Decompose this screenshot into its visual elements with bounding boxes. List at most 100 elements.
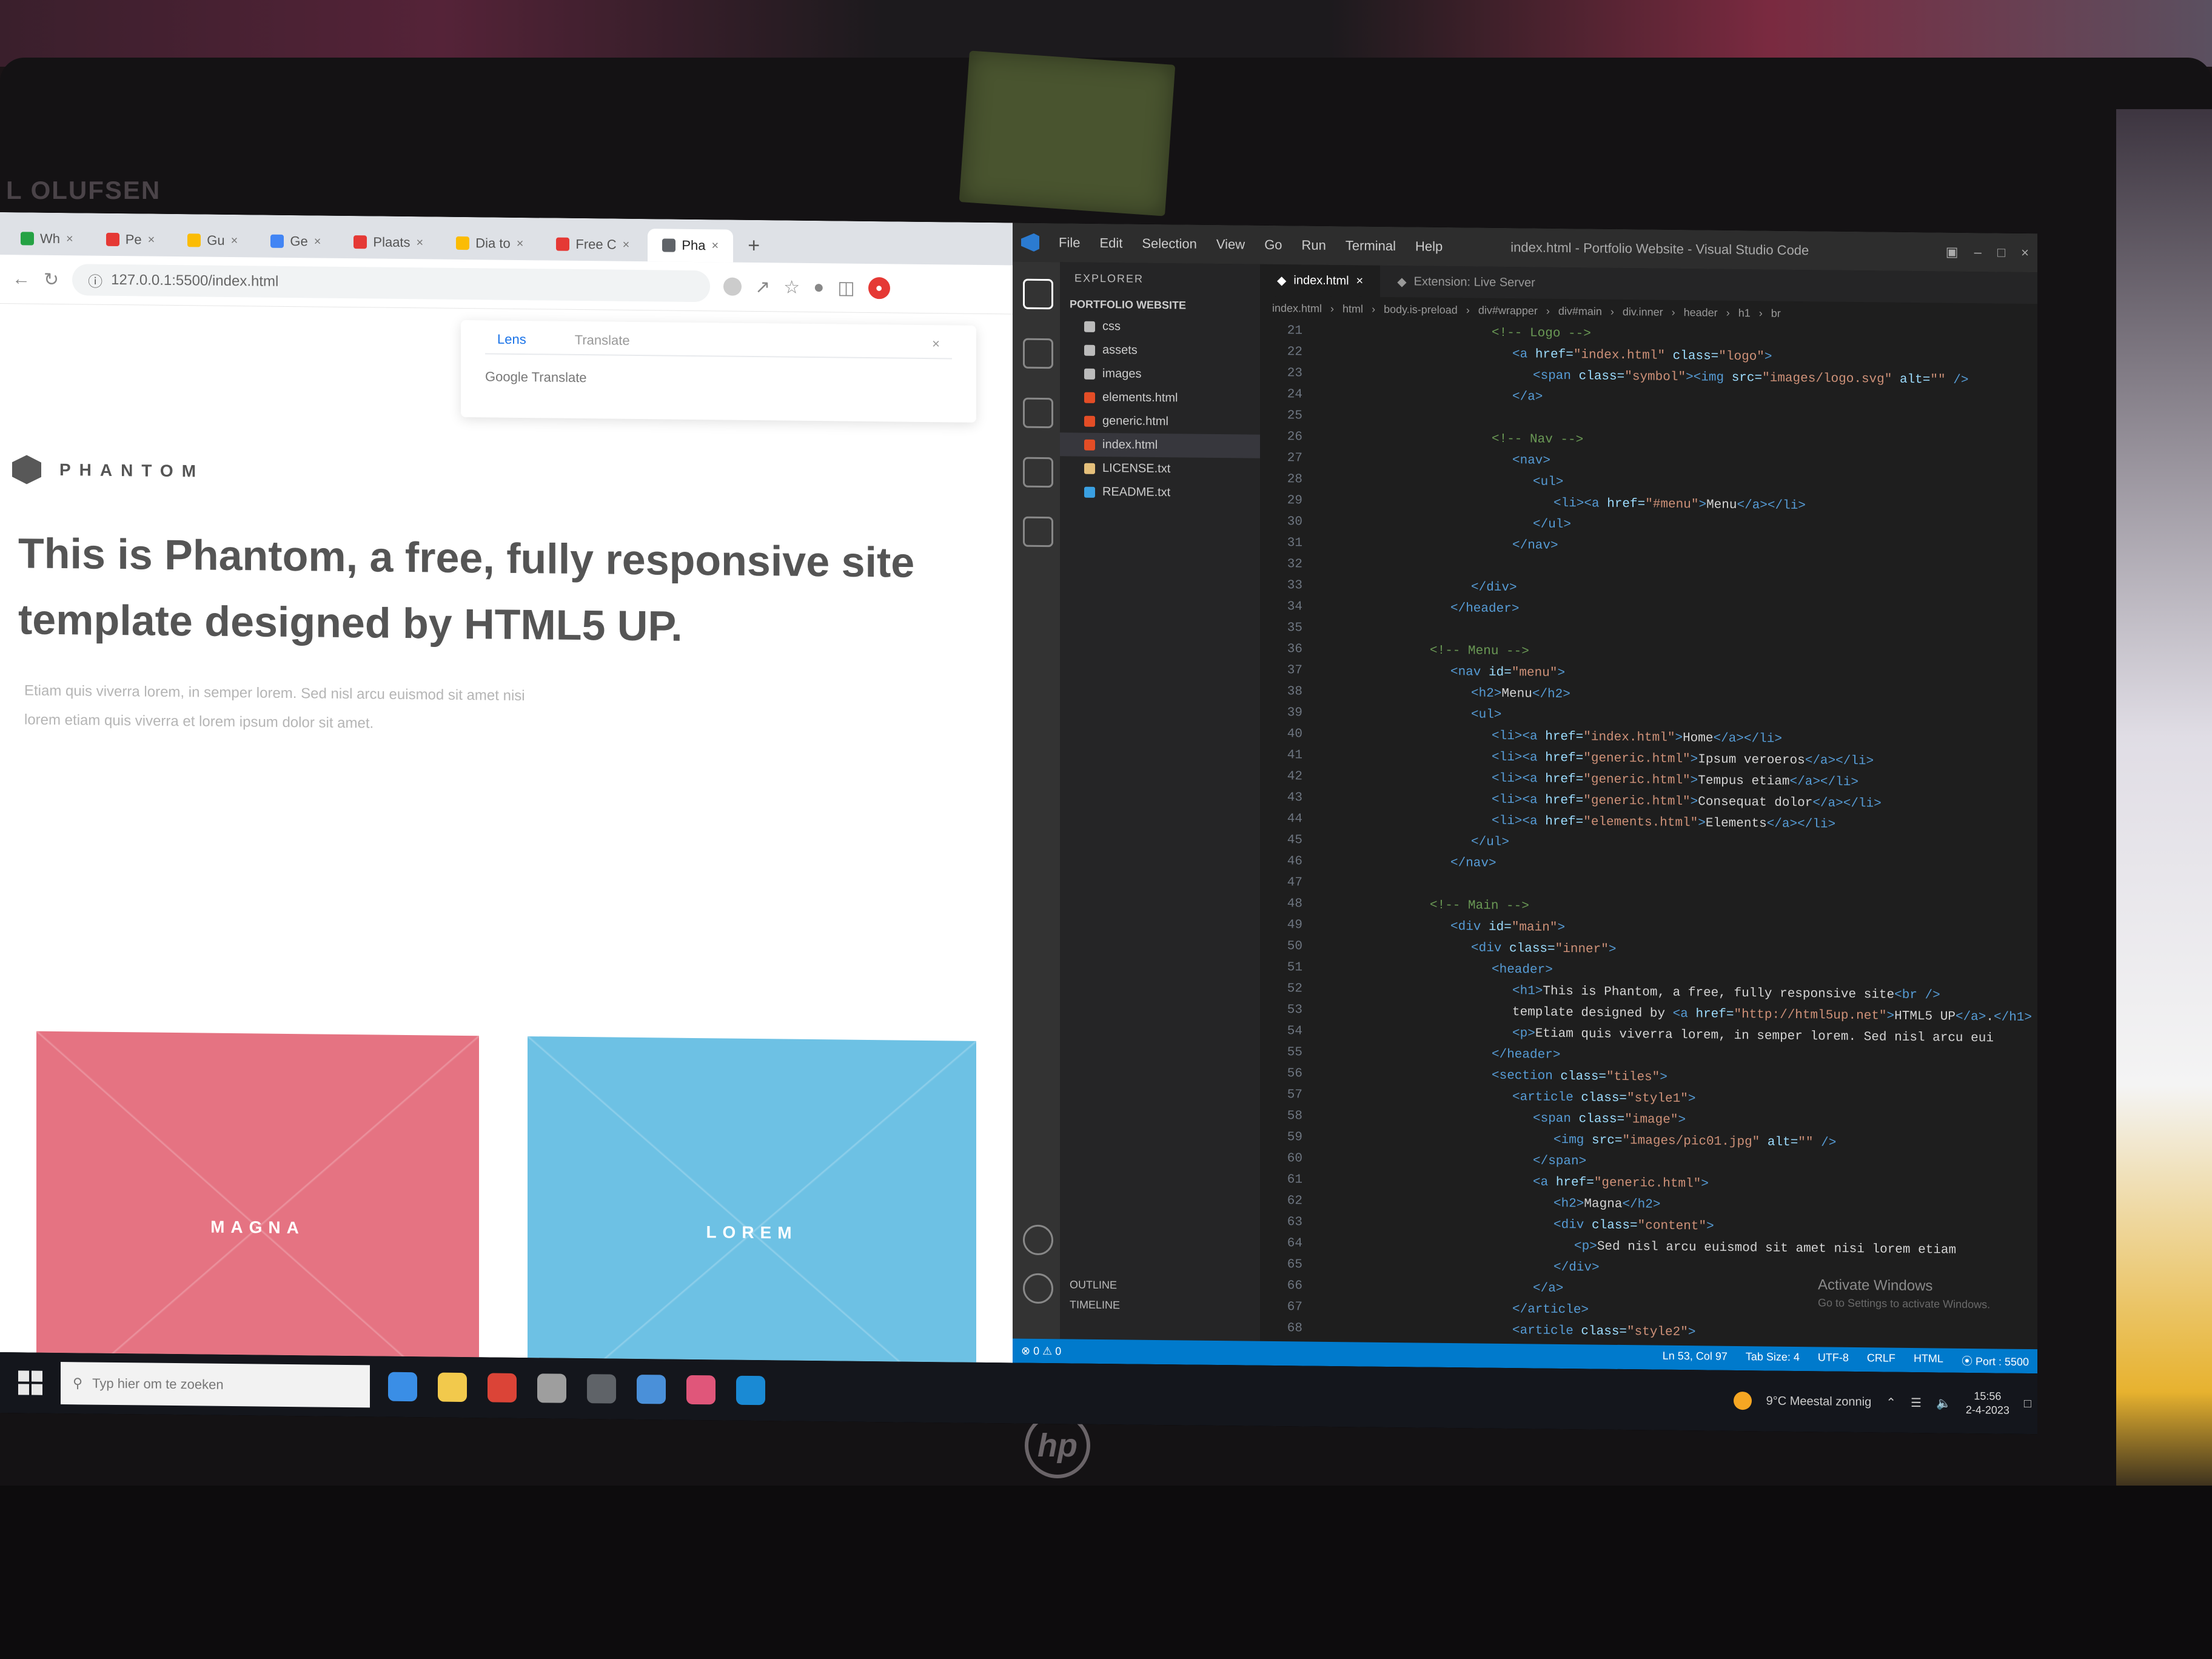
browser-tab[interactable]: Pha × — [648, 229, 734, 263]
close-icon[interactable]: × — [712, 239, 719, 253]
breadcrumb-item[interactable]: h1 — [1738, 307, 1751, 320]
menu-item[interactable]: Selection — [1142, 236, 1197, 252]
status-item[interactable]: HTML — [1914, 1352, 1943, 1369]
menu-item[interactable]: File — [1059, 235, 1080, 250]
info-icon[interactable]: ⓘ — [88, 269, 102, 290]
close-icon[interactable]: × — [2021, 245, 2029, 261]
breadcrumb-item[interactable]: div#main — [1558, 304, 1602, 318]
browser-tab[interactable]: Plaats × — [339, 226, 438, 260]
file-item[interactable]: LICENSE.txt — [1060, 456, 1260, 481]
browser-tab[interactable]: Free C × — [541, 227, 644, 261]
breadcrumb-item[interactable]: div.inner — [1623, 306, 1663, 319]
timeline-section[interactable]: TIMELINE — [1060, 1295, 1260, 1316]
run-debug-icon[interactable] — [1023, 457, 1053, 488]
file-item[interactable]: index.html — [1060, 432, 1260, 458]
breadcrumb-item[interactable]: header — [1684, 306, 1718, 320]
browser-tab[interactable]: Pe × — [92, 223, 170, 256]
close-icon[interactable]: × — [231, 233, 238, 247]
menu-item[interactable]: Help — [1415, 238, 1443, 254]
status-item[interactable]: Tab Size: 4 — [1746, 1350, 1800, 1367]
chevron-up-icon[interactable]: ⌃ — [1886, 1395, 1896, 1410]
file-item[interactable]: css — [1060, 314, 1260, 340]
browser-tab[interactable]: Ge × — [256, 224, 335, 258]
file-item[interactable]: assets — [1060, 338, 1260, 363]
editor-tab[interactable]: ◆ index.html × — [1260, 264, 1381, 297]
taskbar-app-icon[interactable] — [537, 1373, 566, 1403]
file-item[interactable]: images — [1060, 361, 1260, 387]
maximize-icon[interactable]: □ — [1997, 244, 2005, 260]
menu-item[interactable]: View — [1216, 236, 1245, 252]
taskbar-search[interactable]: ⚲ Typ hier om te zoeken — [61, 1362, 370, 1408]
search-icon[interactable] — [1023, 338, 1053, 369]
gear-icon[interactable] — [1023, 1273, 1053, 1304]
side-panel-icon[interactable]: ◫ — [837, 277, 854, 298]
status-item[interactable]: UTF-8 — [1818, 1351, 1849, 1367]
file-item[interactable]: generic.html — [1060, 409, 1260, 434]
volume-icon[interactable]: 🔈 — [1936, 1395, 1951, 1410]
taskbar-app-icon[interactable] — [438, 1372, 467, 1403]
browser-tab[interactable]: Gu × — [173, 224, 252, 257]
taskbar-app-icon[interactable] — [637, 1374, 666, 1404]
menu-item[interactable]: Run — [1302, 237, 1326, 253]
windows-start-icon[interactable] — [18, 1370, 42, 1395]
weather-icon[interactable] — [1733, 1391, 1752, 1410]
status-item[interactable]: Ln 53, Col 97 — [1663, 1350, 1728, 1366]
close-icon[interactable]: × — [66, 232, 73, 246]
profile-avatar[interactable]: ● — [868, 276, 890, 300]
taskbar-app-icon[interactable] — [587, 1374, 616, 1404]
taskbar-clock[interactable]: 15:56 2-4-2023 — [1966, 1389, 2009, 1418]
explorer-icon[interactable] — [1023, 278, 1053, 310]
puzzle-icon[interactable]: ● — [813, 277, 824, 298]
close-icon[interactable]: × — [932, 336, 940, 352]
layout-icon[interactable]: ▣ — [1946, 244, 1959, 260]
address-bar[interactable]: ⓘ 127.0.0.1:5500/index.html — [72, 264, 711, 303]
close-icon[interactable]: × — [148, 233, 155, 247]
minimize-icon[interactable]: – — [1974, 244, 1982, 260]
taskbar-app-icon[interactable] — [686, 1375, 716, 1405]
editor-tab[interactable]: ◆ Extension: Live Server — [1380, 266, 1552, 299]
taskbar-app-icon[interactable] — [488, 1373, 517, 1403]
code-view[interactable]: 21 22 23 24 25 26 27 28 29 30 31 32 33 34 35 36 37 38 39 40… — [1260, 320, 2037, 1349]
status-item[interactable]: ⦿ Port : 5500 — [1962, 1353, 2029, 1369]
star-icon[interactable]: ☆ — [783, 276, 800, 298]
breadcrumb-item[interactable]: html — [1342, 303, 1363, 315]
menu-item[interactable]: Edit — [1099, 235, 1122, 251]
reload-icon[interactable]: ↻ — [44, 269, 59, 290]
source-control-icon[interactable] — [1023, 397, 1053, 429]
problems-indicator[interactable]: ⊗ 0 ⚠ 0 — [1021, 1344, 1061, 1358]
extension-icon[interactable] — [723, 277, 742, 296]
share-icon[interactable]: ↗ — [755, 276, 770, 298]
taskbar-app-icon[interactable] — [388, 1372, 417, 1402]
extensions-icon[interactable] — [1023, 516, 1053, 548]
back-icon[interactable]: ← — [12, 269, 30, 289]
breadcrumb-item[interactable]: index.html — [1272, 301, 1322, 315]
code-lines[interactable]: <!-- Logo --> <a href="index.html" class=… — [1327, 321, 2037, 1347]
status-item[interactable]: CRLF — [1867, 1352, 1895, 1367]
file-item[interactable]: elements.html — [1060, 385, 1260, 411]
close-icon[interactable]: × — [623, 238, 630, 252]
weather-text[interactable]: 9°C Meestal zonnig — [1766, 1394, 1872, 1409]
close-icon[interactable]: × — [1356, 274, 1364, 288]
close-icon[interactable]: × — [517, 236, 524, 250]
account-icon[interactable] — [1023, 1224, 1053, 1256]
breadcrumb-item[interactable]: body.is-preload — [1384, 303, 1458, 316]
popup-tab-lens[interactable]: Lens — [497, 332, 526, 347]
notification-icon[interactable]: □ — [2024, 1396, 2031, 1410]
close-icon[interactable]: × — [314, 235, 321, 249]
network-icon[interactable]: ☰ — [1911, 1395, 1922, 1410]
breadcrumb-item[interactable]: br — [1771, 307, 1781, 320]
popup-tab-translate[interactable]: Translate — [575, 332, 630, 349]
tile-magna[interactable]: MAGNA — [36, 1031, 479, 1363]
new-tab-icon[interactable]: + — [737, 234, 771, 263]
browser-tab[interactable]: Dia to × — [441, 227, 538, 261]
file-item[interactable]: README.txt — [1060, 480, 1260, 505]
tile-lorem[interactable]: LOREM — [528, 1036, 976, 1363]
browser-tab[interactable]: Wh × — [6, 222, 88, 255]
menu-item[interactable]: Go — [1264, 237, 1282, 253]
project-folder[interactable]: PORTFOLIO WEBSITE — [1060, 294, 1260, 316]
close-icon[interactable]: × — [417, 236, 424, 250]
taskbar-app-icon[interactable] — [736, 1375, 765, 1406]
outline-section[interactable]: OUTLINE — [1060, 1275, 1260, 1296]
menu-item[interactable]: Terminal — [1346, 238, 1396, 254]
breadcrumb-item[interactable]: div#wrapper — [1478, 304, 1538, 317]
